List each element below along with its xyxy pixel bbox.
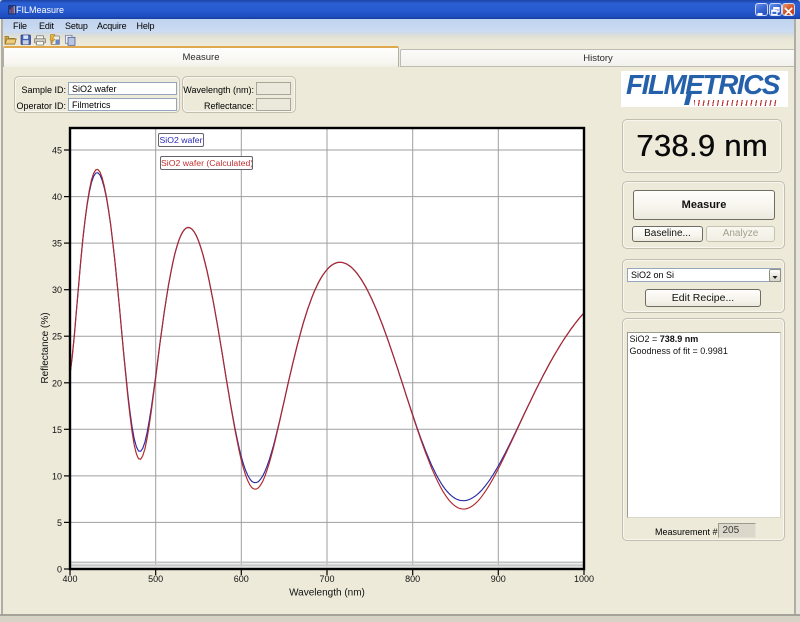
svg-text:Reflectance (%): Reflectance (%) (40, 312, 51, 383)
svg-text:600: 600 (234, 574, 249, 584)
svg-text:1000: 1000 (574, 574, 594, 584)
svg-text:45: 45 (52, 146, 62, 156)
svg-text:900: 900 (491, 574, 506, 584)
svg-text:Wavelength (nm): Wavelength (nm) (289, 588, 365, 599)
svg-text:20: 20 (52, 378, 62, 388)
svg-text:40: 40 (52, 192, 62, 202)
svg-text:0: 0 (57, 565, 62, 575)
svg-text:25: 25 (52, 332, 62, 342)
svg-text:10: 10 (52, 471, 62, 481)
svg-text:15: 15 (52, 425, 62, 435)
svg-text:400: 400 (62, 574, 77, 584)
svg-text:35: 35 (52, 239, 62, 249)
svg-text:5: 5 (57, 518, 62, 528)
svg-text:700: 700 (319, 574, 334, 584)
svg-text:800: 800 (405, 574, 420, 584)
svg-text:500: 500 (148, 574, 163, 584)
svg-text:30: 30 (52, 285, 62, 295)
